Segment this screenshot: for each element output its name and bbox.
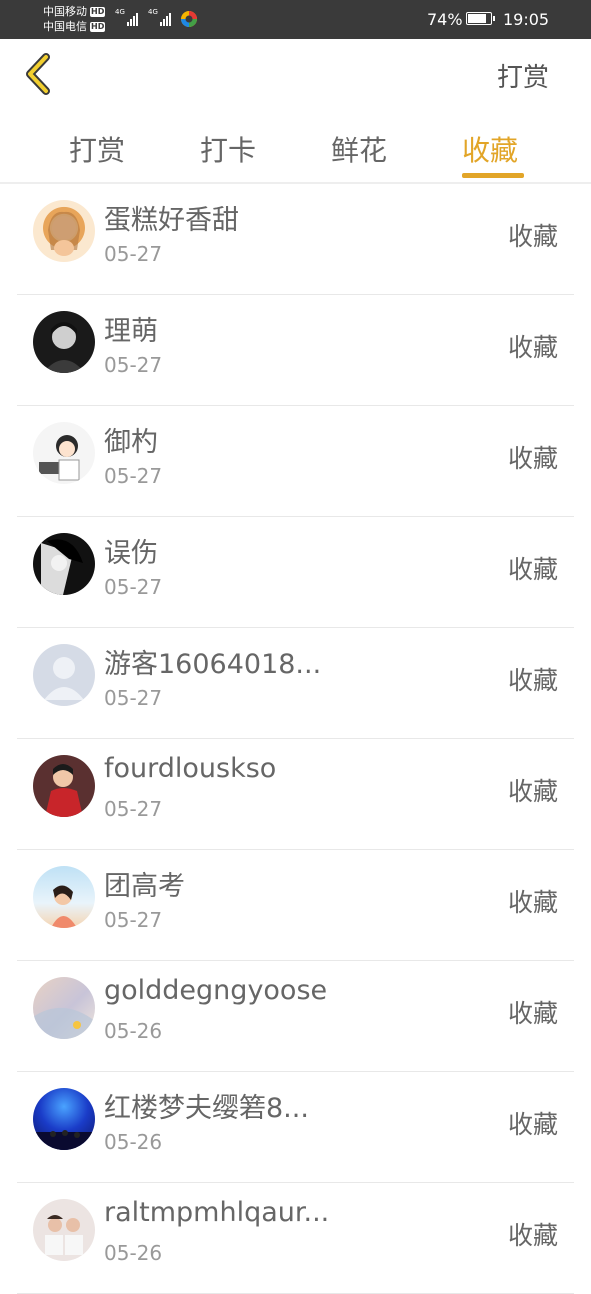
user-name: 团高考 — [104, 871, 185, 902]
user-name: raltmpmhlqaur... — [104, 1197, 330, 1228]
item-date: 05-27 — [104, 242, 163, 266]
item-date: 05-27 — [104, 797, 163, 821]
user-name: 游客16064018... — [104, 649, 322, 680]
battery-percent: 74% — [427, 10, 463, 29]
item-date: 05-26 — [104, 1241, 163, 1265]
action-label: 收藏 — [507, 777, 558, 806]
list-item[interactable]: 蛋糕好香甜 05-27 收藏 — [17, 184, 574, 295]
header: 打赏 — [0, 39, 591, 111]
action-label: 收藏 — [507, 444, 558, 473]
battery-icon — [466, 12, 495, 25]
user-name: golddegngyoose — [104, 975, 328, 1006]
list-item[interactable]: 红楼梦夫缨箬8... 05-26 收藏 — [17, 1072, 574, 1183]
list-item[interactable]: 理萌 05-27 收藏 — [17, 295, 574, 406]
action-label: 收藏 — [507, 222, 558, 251]
action-label: 收藏 — [507, 555, 558, 584]
action-label: 收藏 — [507, 1221, 558, 1250]
carrier-info: 中国移动 HD 中国电信 HD — [43, 4, 106, 34]
tab-favorites[interactable]: 收藏 — [462, 129, 518, 169]
avatar — [33, 644, 95, 706]
list-item[interactable]: 团高考 05-27 收藏 — [17, 850, 574, 961]
list-item[interactable]: 御杓 05-27 收藏 — [17, 406, 574, 517]
hd-badge: HD — [90, 21, 106, 32]
user-name: 理萌 — [104, 316, 158, 347]
user-name: fourdlouskso — [104, 753, 277, 784]
tab-bar: 打赏 打卡 鲜花 收藏 — [0, 111, 591, 184]
user-name: 蛋糕好香甜 — [104, 205, 239, 236]
action-label: 收藏 — [507, 1110, 558, 1139]
list-item[interactable]: raltmpmhlqaur... 05-26 收藏 — [17, 1183, 574, 1294]
item-date: 05-27 — [104, 464, 163, 488]
tab-flowers[interactable]: 鲜花 — [331, 129, 387, 169]
active-tab-indicator — [462, 173, 524, 178]
item-date: 05-27 — [104, 908, 163, 932]
avatar — [33, 311, 95, 373]
avatar — [33, 866, 95, 928]
avatar — [33, 1088, 95, 1150]
signal-2-icon: 4G — [148, 8, 171, 26]
user-name: 御杓 — [104, 427, 158, 458]
item-date: 05-27 — [104, 686, 163, 710]
tab-reward[interactable]: 打赏 — [69, 129, 125, 169]
tab-checkin[interactable]: 打卡 — [200, 129, 256, 169]
action-label: 收藏 — [507, 666, 558, 695]
signal-1-icon: 4G — [115, 8, 138, 26]
app-notification-icon — [181, 11, 197, 27]
avatar — [33, 977, 95, 1039]
clock: 19:05 — [503, 10, 550, 29]
avatar — [33, 533, 95, 595]
list-item[interactable]: 误伤 05-27 收藏 — [17, 517, 574, 628]
avatar — [33, 1199, 95, 1261]
user-name: 误伤 — [104, 538, 158, 569]
action-label: 收藏 — [507, 888, 558, 917]
list-item[interactable]: golddegngyoose 05-26 收藏 — [17, 961, 574, 1072]
item-date: 05-26 — [104, 1130, 163, 1154]
favorites-list: 蛋糕好香甜 05-27 收藏 理萌 05-27 收藏 御杓 05-27 收藏 误… — [0, 184, 591, 1294]
avatar — [33, 200, 95, 262]
item-date: 05-27 — [104, 575, 163, 599]
user-name: 红楼梦夫缨箬8... — [104, 1093, 309, 1124]
carrier-2-label: 中国电信 — [43, 20, 87, 33]
header-title[interactable]: 打赏 — [497, 57, 549, 94]
status-bar: 中国移动 HD 中国电信 HD 4G 4G 74% 19:05 — [0, 0, 591, 39]
chevron-left-icon[interactable] — [22, 53, 56, 95]
item-date: 05-26 — [104, 1019, 163, 1043]
action-label: 收藏 — [507, 999, 558, 1028]
action-label: 收藏 — [507, 333, 558, 362]
avatar — [33, 422, 95, 484]
list-item[interactable]: fourdlouskso 05-27 收藏 — [17, 739, 574, 850]
item-date: 05-27 — [104, 353, 163, 377]
avatar — [33, 755, 95, 817]
list-item[interactable]: 游客16064018... 05-27 收藏 — [17, 628, 574, 739]
carrier-1-label: 中国移动 — [43, 5, 87, 18]
hd-badge: HD — [90, 6, 106, 17]
